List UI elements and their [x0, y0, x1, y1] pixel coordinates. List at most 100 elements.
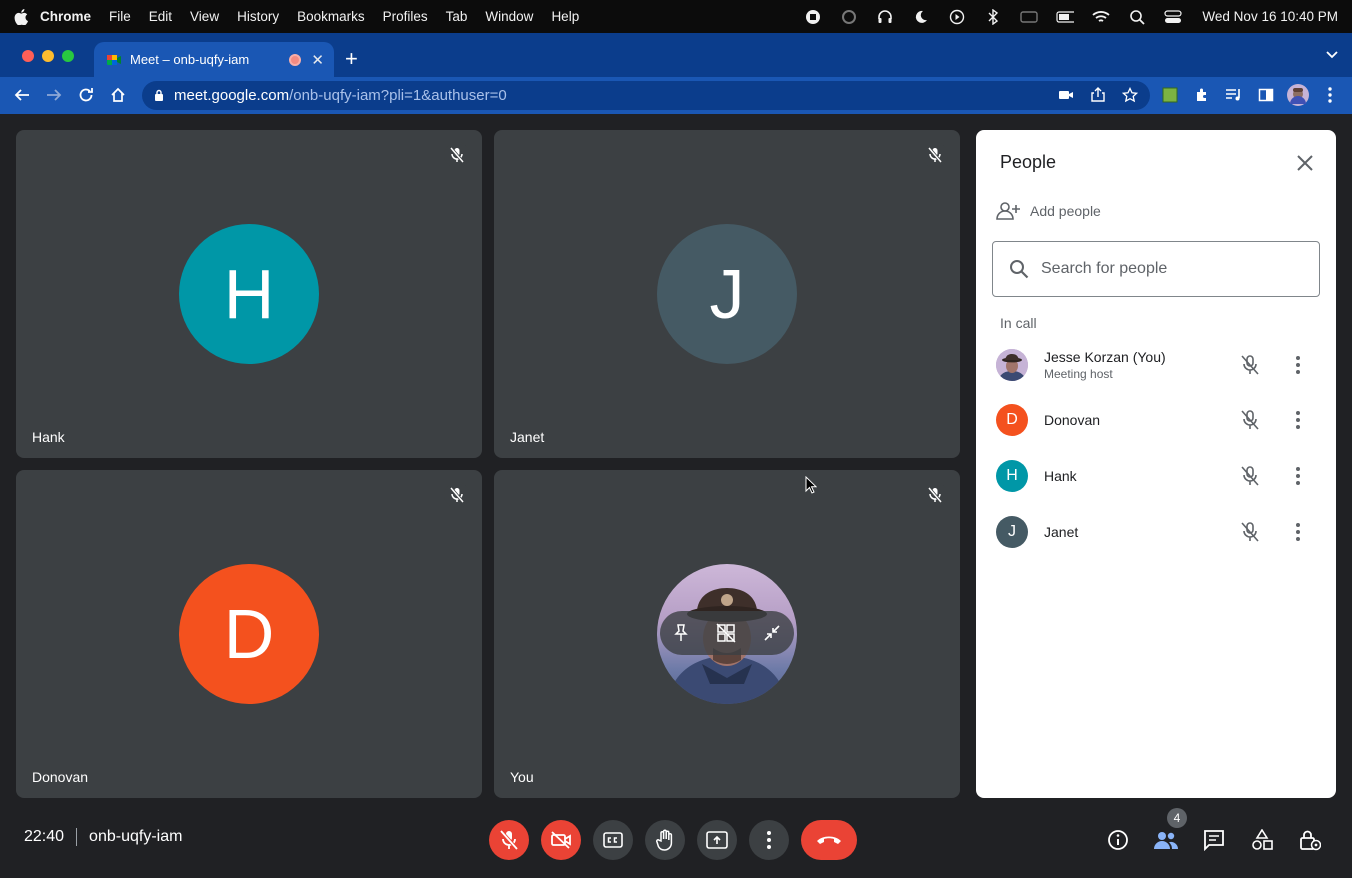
status-area: Wed Nov 16 10:40 PM: [804, 8, 1338, 26]
participant-row-jesse[interactable]: Jesse Korzan (You) Meeting host: [996, 341, 1326, 389]
back-arrow-icon[interactable]: [12, 85, 32, 105]
muted-mic-icon[interactable]: [1238, 353, 1262, 377]
control-center-icon[interactable]: [1164, 8, 1183, 26]
present-screen-button[interactable]: [697, 820, 737, 860]
muted-mic-icon[interactable]: [1238, 464, 1262, 488]
browser-menu-kebab-icon[interactable]: [1320, 85, 1340, 105]
video-tile-donovan[interactable]: D Donovan: [16, 470, 482, 798]
add-person-icon: [996, 202, 1030, 220]
menu-file[interactable]: File: [109, 9, 131, 24]
muted-mic-icon[interactable]: [1238, 408, 1262, 432]
extension-status-icon[interactable]: [840, 8, 858, 26]
share-icon[interactable]: [1090, 87, 1106, 103]
menu-edit[interactable]: Edit: [149, 9, 172, 24]
captions-button[interactable]: [593, 820, 633, 860]
people-search-box[interactable]: [992, 241, 1320, 297]
do-not-disturb-moon-icon[interactable]: [912, 8, 930, 26]
battery-icon[interactable]: [1056, 8, 1075, 26]
host-controls-button[interactable]: [1294, 824, 1326, 856]
activities-button[interactable]: [1246, 824, 1278, 856]
tile-participant-name: Hank: [32, 429, 65, 445]
participant-row-donovan[interactable]: D Donovan: [996, 396, 1326, 444]
forward-arrow-icon[interactable]: [44, 85, 64, 105]
lock-icon[interactable]: [154, 89, 164, 102]
reload-icon[interactable]: [76, 85, 96, 105]
url-path: /onb-uqfy-iam?pli=1&authuser=0: [289, 87, 507, 104]
browser-tab-meet[interactable]: Meet – onb-uqfy-iam ✕: [94, 42, 334, 77]
meeting-time: 22:40: [24, 828, 65, 845]
search-icon: [1009, 259, 1029, 279]
tile-hover-controls: [660, 611, 794, 655]
apple-logo-icon[interactable]: [14, 8, 40, 25]
participant-avatar: [996, 349, 1028, 381]
tab-search-chevron-icon[interactable]: [1326, 51, 1338, 59]
headphones-icon[interactable]: [876, 8, 894, 26]
leave-call-button[interactable]: [801, 820, 857, 860]
meeting-details-button[interactable]: [1102, 824, 1134, 856]
window-minimize-button[interactable]: [42, 50, 54, 62]
camera-toggle-button[interactable]: [541, 820, 581, 860]
play-icon[interactable]: [948, 8, 966, 26]
minimize-tile-icon[interactable]: [763, 624, 781, 642]
address-bar[interactable]: meet.google.com/onb-uqfy-iam?pli=1&authu…: [142, 81, 1150, 110]
muted-mic-icon[interactable]: [1238, 520, 1262, 544]
host-controls-lock-icon: [1299, 829, 1321, 851]
more-options-button[interactable]: [749, 820, 789, 860]
raise-hand-icon: [656, 829, 674, 851]
menubar-clock[interactable]: Wed Nov 16 10:40 PM: [1202, 9, 1338, 24]
wifi-icon[interactable]: [1092, 8, 1111, 26]
omnibox-actions: [1058, 87, 1138, 103]
more-options-icon[interactable]: [1286, 520, 1310, 544]
video-tile-self[interactable]: You: [494, 470, 960, 798]
participant-avatar: H: [996, 460, 1028, 492]
microphone-toggle-button[interactable]: [489, 820, 529, 860]
window-zoom-button[interactable]: [62, 50, 74, 62]
menu-profiles[interactable]: Profiles: [383, 9, 428, 24]
panel-title: People: [1000, 152, 1057, 172]
new-tab-button[interactable]: +: [345, 47, 358, 71]
display-icon[interactable]: [1020, 8, 1039, 26]
profile-avatar[interactable]: [1287, 84, 1309, 106]
menu-chrome[interactable]: Chrome: [40, 9, 91, 24]
people-panel: People Add people In call Jesse Korzan (…: [976, 130, 1336, 798]
menu-window[interactable]: Window: [485, 9, 533, 24]
close-panel-icon[interactable]: [1294, 152, 1316, 174]
shapes-activities-icon: [1251, 829, 1273, 851]
menu-tab[interactable]: Tab: [446, 9, 468, 24]
extension-green-icon[interactable]: [1160, 85, 1180, 105]
extensions-puzzle-icon[interactable]: [1192, 85, 1212, 105]
show-everyone-button[interactable]: [1150, 824, 1182, 856]
add-people-button[interactable]: Add people: [996, 202, 1101, 220]
tile-participant-name: Janet: [510, 429, 545, 445]
participant-row-janet[interactable]: J Janet: [996, 508, 1326, 556]
hang-up-phone-icon: [816, 834, 842, 846]
bookmark-star-icon[interactable]: [1122, 87, 1138, 103]
home-icon[interactable]: [108, 85, 128, 105]
camera-in-use-icon[interactable]: [1058, 87, 1074, 103]
tab-close-icon[interactable]: ✕: [311, 51, 324, 69]
screen-record-icon[interactable]: [804, 8, 822, 26]
people-icon: [1153, 830, 1179, 850]
menu-bookmarks[interactable]: Bookmarks: [297, 9, 365, 24]
video-tile-janet[interactable]: J Janet: [494, 130, 960, 458]
media-controls-icon[interactable]: [1224, 85, 1244, 105]
video-tile-hank[interactable]: H Hank: [16, 130, 482, 458]
more-options-icon[interactable]: [1286, 408, 1310, 432]
chat-button[interactable]: [1198, 824, 1230, 856]
side-panel-icon[interactable]: [1256, 85, 1276, 105]
more-options-icon[interactable]: [1286, 353, 1310, 377]
menu-help[interactable]: Help: [551, 9, 579, 24]
menu-view[interactable]: View: [190, 9, 219, 24]
frame-off-icon[interactable]: [716, 623, 736, 643]
participant-avatar: J: [996, 516, 1028, 548]
raise-hand-button[interactable]: [645, 820, 685, 860]
window-close-button[interactable]: [22, 50, 34, 62]
menu-history[interactable]: History: [237, 9, 279, 24]
search-for-people-input[interactable]: [1041, 260, 1301, 278]
spotlight-search-icon[interactable]: [1128, 8, 1146, 26]
more-options-icon[interactable]: [1286, 464, 1310, 488]
present-screen-icon: [706, 831, 728, 849]
pin-icon[interactable]: [673, 624, 689, 642]
bluetooth-icon[interactable]: [984, 8, 1002, 26]
participant-row-hank[interactable]: H Hank: [996, 452, 1326, 500]
